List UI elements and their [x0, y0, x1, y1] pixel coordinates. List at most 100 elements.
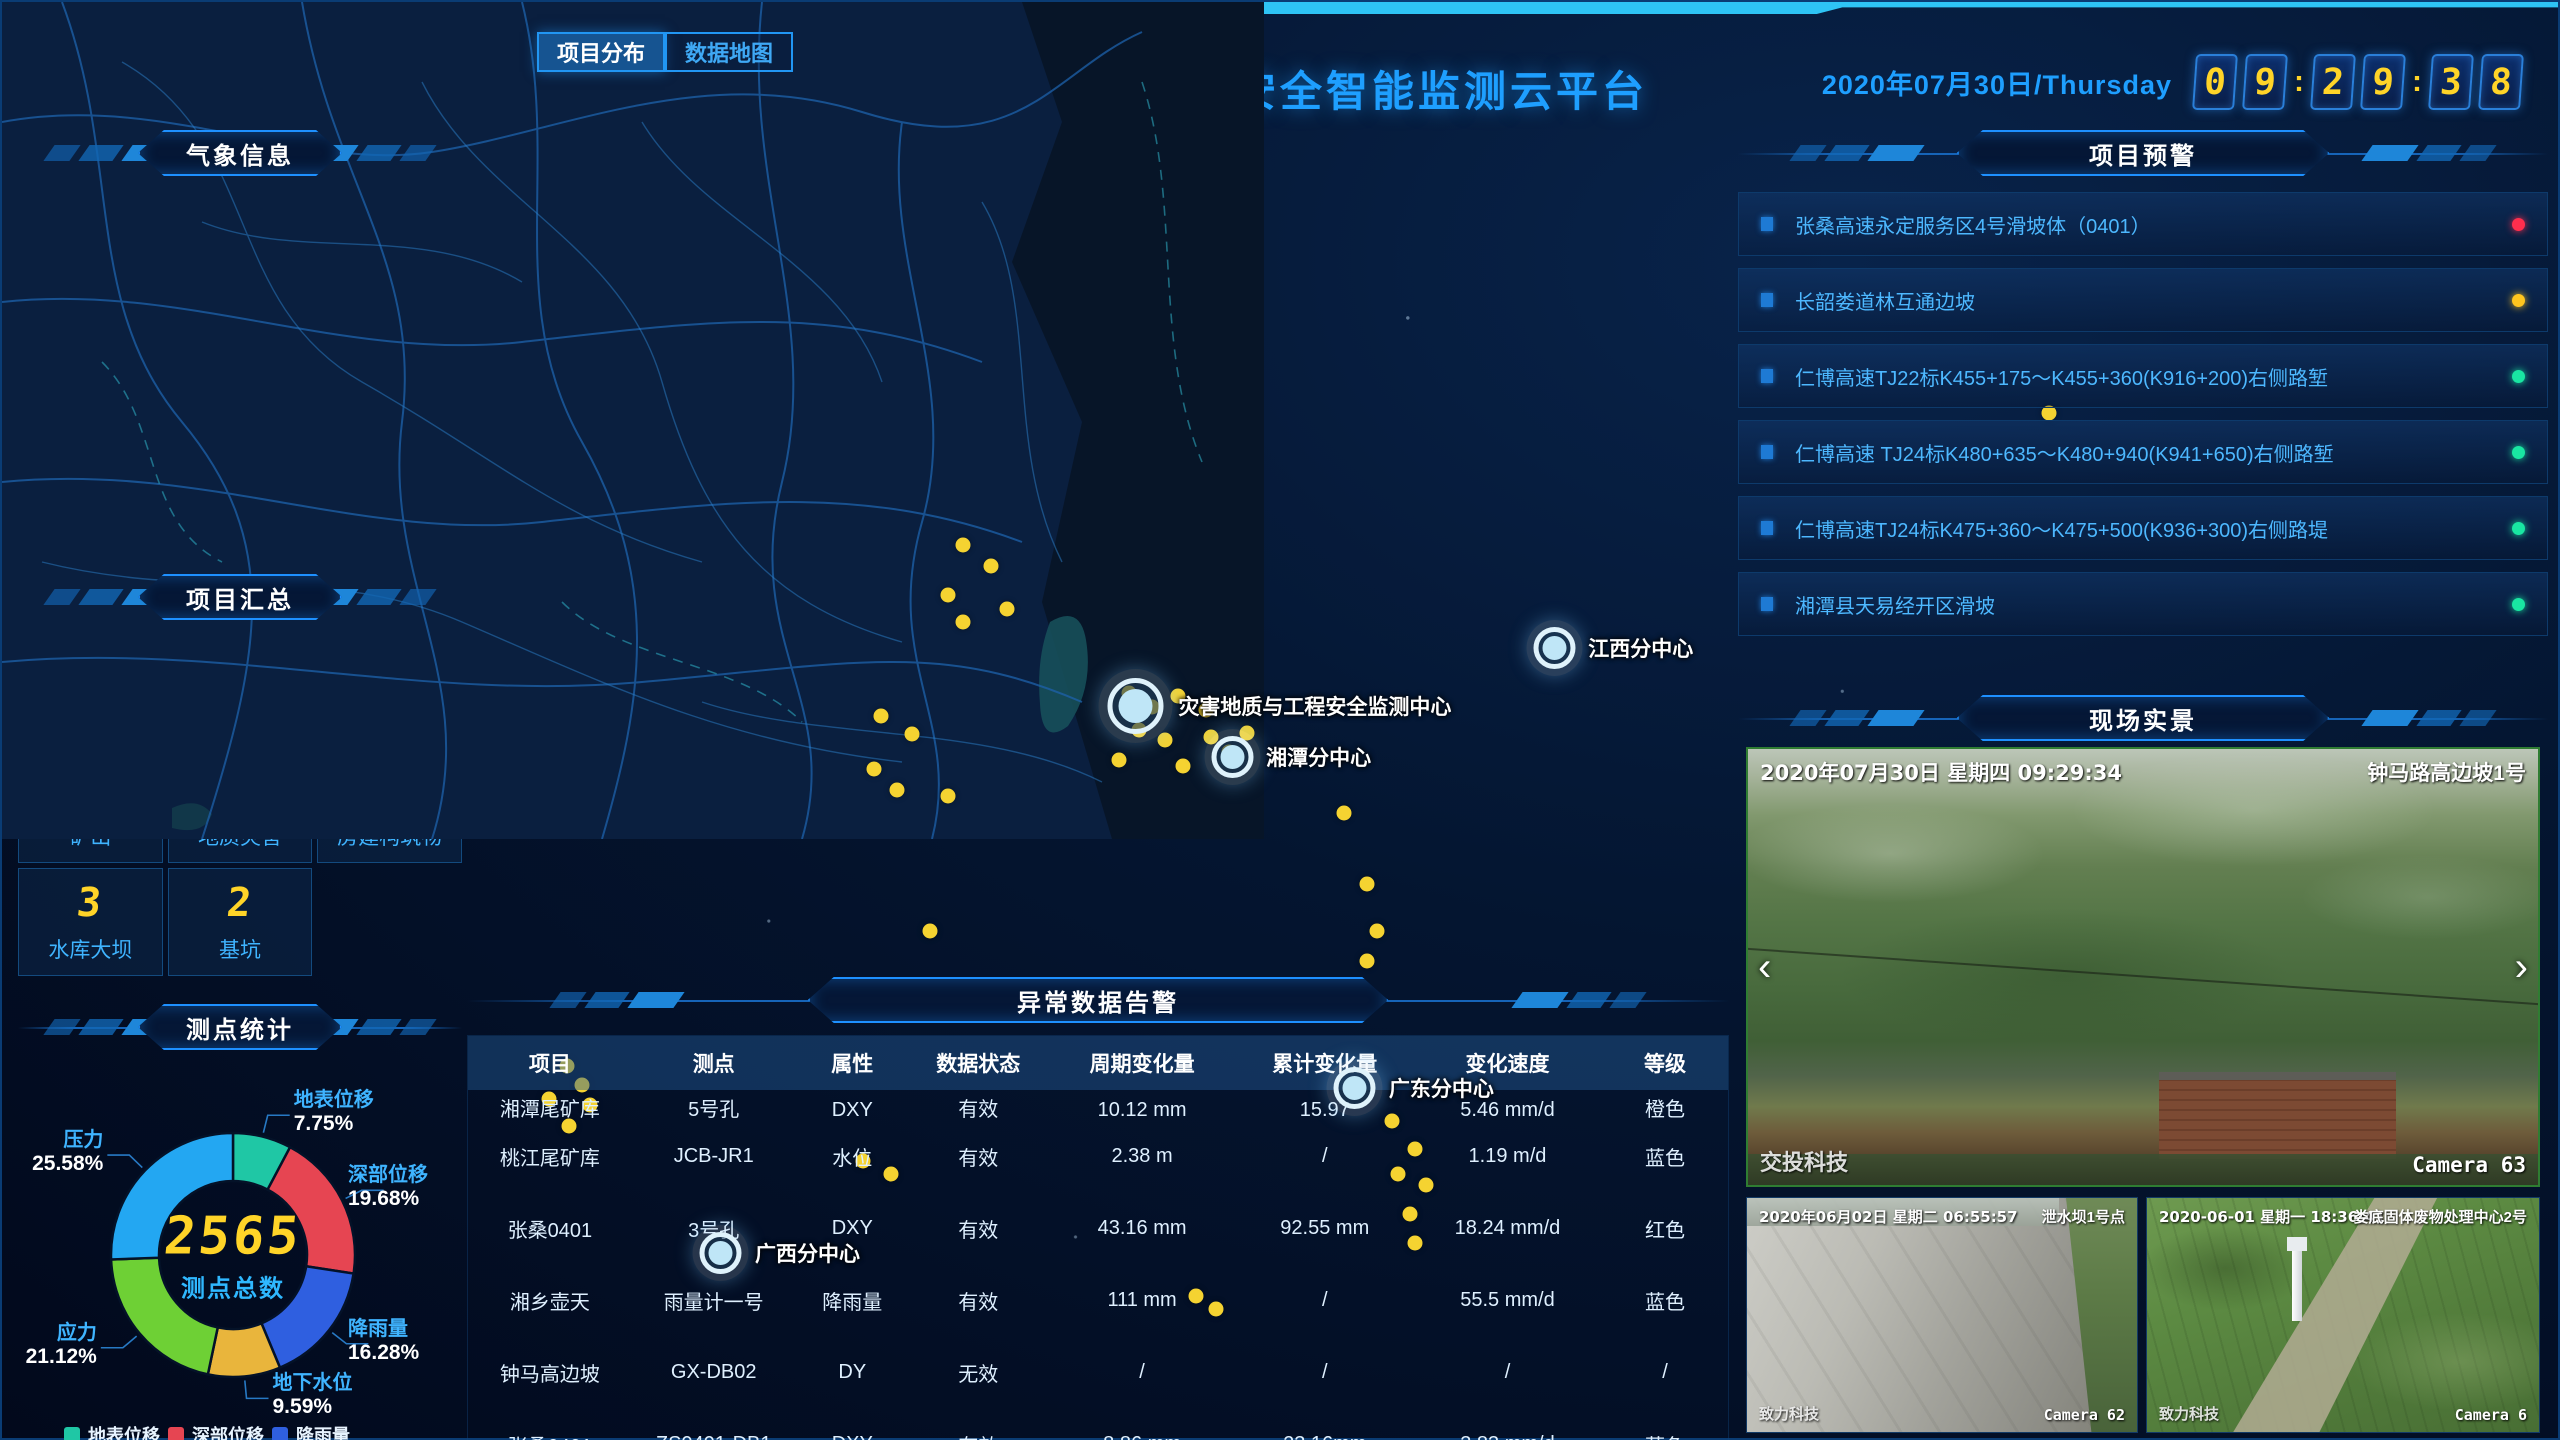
alarm-cell: 水位: [796, 1142, 909, 1171]
total-points-label: 测点总数: [164, 1269, 301, 1304]
map-tab-数据地图[interactable]: 数据地图: [665, 32, 793, 72]
alarm-table-row[interactable]: 湘潭尾矿库5号孔DXY有效10.12 mm15.975.46 mm/d橙色: [468, 1090, 1728, 1120]
project-warning-panel: 项目预警 张桑高速永定服务区4号滑坡体（0401） 长韶娄道林互通边坡仁博高速TJ…: [1738, 130, 2548, 682]
total-points-value: 2565: [161, 1207, 305, 1267]
warning-bullet-icon: [1761, 293, 1773, 307]
donut-chart: 2565 测点总数 地表位移7.75%深部位移19.68%降雨量16.28%地下…: [18, 1050, 462, 1436]
summary-cell-基坑[interactable]: 2基坑: [168, 868, 313, 976]
map-project-dot[interactable]: [999, 602, 1014, 617]
camera-main[interactable]: 2020年07月30日 星期四 09:29:34 钟马路高边坡1号 交投科技 C…: [1746, 747, 2540, 1187]
warning-status-dot: [2512, 598, 2525, 611]
alarm-col-header-数据状态: 数据状态: [909, 1048, 1048, 1078]
alarm-table-row[interactable]: 桃江尾矿库JCB-JR1水位有效2.38 m/1.19 m/d蓝色: [468, 1120, 1728, 1192]
clock-colon: :: [2412, 65, 2422, 99]
camera-small-2[interactable]: 2020-06-01 星期一 18:36:41 娄底固体废物处理中心2号 致力科…: [2146, 1197, 2540, 1433]
legend-item-降雨量[interactable]: 降雨量: [272, 1422, 376, 1440]
header-right: 2020年07月30日/Thursday 09:29:38: [1822, 54, 2522, 110]
digital-clock: 09:29:38: [2194, 54, 2522, 110]
map-project-dot[interactable]: [1175, 758, 1190, 773]
map-marker-湘潭分中心[interactable]: 湘潭分中心: [1204, 729, 1264, 785]
map-project-dot[interactable]: [1111, 753, 1126, 768]
camera-small-1-timestamp: 2020年06月02日 星期二 06:55:57: [1759, 1206, 2018, 1227]
alarm-cell: 92.55 mm: [1237, 1217, 1413, 1240]
legend-item-地表位移[interactable]: 地表位移: [64, 1422, 168, 1440]
camera-main-timestamp: 2020年07月30日 星期四 09:29:34: [1760, 757, 2122, 787]
warning-row[interactable]: 长韶娄道林互通边坡: [1738, 268, 2548, 332]
clock-digit: 9: [2242, 54, 2288, 110]
marker-ring-icon: [1098, 669, 1172, 743]
alarm-cell: 55.5 mm/d: [1413, 1289, 1602, 1312]
warning-panel-title: 项目预警: [1957, 130, 2330, 176]
map-project-dot[interactable]: [984, 559, 999, 574]
warning-bullet-icon: [1761, 217, 1773, 231]
legend-item-深部位移[interactable]: 深部位移: [168, 1422, 272, 1440]
summary-cell-empty: [317, 868, 462, 976]
warning-text: 仁博高速TJ24标K475+360～K475+500(K936+300)右侧路堤: [1795, 514, 2512, 543]
legend-swatch: [272, 1427, 288, 1440]
camera-small-2-scene: [2147, 1198, 2539, 1432]
alarm-cell: 有效: [909, 1430, 1048, 1440]
map-project-dot[interactable]: [874, 708, 889, 723]
camera-main-label: 钟马路高边坡1号: [2367, 757, 2526, 787]
warning-panel-header: 项目预警: [1738, 130, 2548, 176]
alarm-table-row[interactable]: 张桑04013号孔DXY有效43.16 mm92.55 mm18.24 mm/d…: [468, 1192, 1728, 1264]
map-project-dot[interactable]: [940, 588, 955, 603]
alarm-cell: 3.83 mm/d: [1413, 1433, 1602, 1440]
warning-status-dot: [2512, 522, 2525, 535]
map-project-dot[interactable]: [889, 783, 904, 798]
alarm-table-row[interactable]: 湘乡壶天雨量计一号降雨量有效111 mm/55.5 mm/d蓝色: [468, 1264, 1728, 1336]
camera-small-2-timestamp: 2020-06-01 星期一 18:36:41: [2159, 1206, 2385, 1227]
camera-next-arrow-icon[interactable]: ›: [2515, 947, 2528, 987]
donut-callout-line: [245, 1380, 269, 1398]
clock-digit: 9: [2360, 54, 2406, 110]
alarm-cell: 1.19 m/d: [1413, 1145, 1602, 1168]
map-project-dot[interactable]: [940, 789, 955, 804]
warning-text: 湘潭县天易经开区滑坡: [1795, 590, 2512, 619]
alarm-table-row[interactable]: 钟马高边坡GX-DB02DY无效////: [468, 1336, 1728, 1408]
alarm-col-header-等级: 等级: [1602, 1048, 1728, 1078]
alarm-cell: 湘潭尾矿库: [468, 1090, 632, 1120]
alarm-cell: 111 mm: [1048, 1289, 1237, 1312]
map-project-dot[interactable]: [956, 615, 971, 630]
camera-small-1-id: Camera 62: [2044, 1406, 2125, 1424]
alarm-cell: 有效: [909, 1214, 1048, 1243]
legend-label: 深部位移: [192, 1422, 264, 1440]
summary-value: 3: [75, 880, 106, 926]
map-project-dot[interactable]: [904, 727, 919, 742]
map-tab-项目分布[interactable]: 项目分布: [537, 32, 665, 72]
alarm-table-row[interactable]: 张桑0401ZS0401-DB1DXY有效8.86 mm23.16mm3.83 …: [468, 1408, 1728, 1440]
summary-cell-水库大坝[interactable]: 3水库大坝: [18, 868, 163, 976]
warning-row[interactable]: 仁博高速 TJ24标K480+635～K480+940(K941+650)右侧路…: [1738, 420, 2548, 484]
marker-ring-icon: [1204, 729, 1260, 785]
alarm-cell: 张桑0401: [468, 1430, 632, 1440]
alarm-cell: /: [1602, 1361, 1728, 1384]
warning-row[interactable]: 仁博高速TJ22标K455+175～K455+360(K916+200)右侧路堑: [1738, 344, 2548, 408]
date-label: 2020年07月30日/Thursday: [1822, 63, 2172, 102]
alarm-cell: 23.16mm: [1237, 1433, 1413, 1440]
warning-row[interactable]: 湘潭县天易经开区滑坡: [1738, 572, 2548, 636]
alarm-table: 项目测点属性数据状态周期变化量累计变化量变化速度等级 湘潭尾矿库5号孔DXY有效…: [467, 1035, 1729, 1440]
donut-callout-line: [107, 1155, 142, 1167]
alarm-cell: 有效: [909, 1286, 1048, 1315]
camera-small-2-brand: 致力科技: [2159, 1403, 2219, 1424]
alarm-cell: 降雨量: [796, 1286, 909, 1315]
warning-row[interactable]: 张桑高速永定服务区4号滑坡体（0401）: [1738, 192, 2548, 256]
donut-legend: 地表位移深部位移降雨量地下水位应力压力: [64, 1422, 458, 1440]
legend-swatch: [168, 1427, 184, 1440]
camera-main-brand: 交投科技: [1760, 1145, 1848, 1177]
map-project-dot[interactable]: [956, 537, 971, 552]
warning-text: 仁博高速TJ22标K455+175～K455+360(K916+200)右侧路堑: [1795, 362, 2512, 391]
warning-text: 长韶娄道林互通边坡: [1795, 286, 2512, 315]
alarm-cell: 2.38 m: [1048, 1145, 1237, 1168]
camera-small-2-id: Camera 6: [2455, 1406, 2527, 1424]
brick-hut: [2159, 1072, 2396, 1159]
camera-small-1[interactable]: 2020年06月02日 星期二 06:55:57 泄水坝1号点 致力科技 Cam…: [1746, 1197, 2138, 1433]
donut-label-应力: 应力21.12%: [26, 1322, 97, 1369]
alarm-table-body: 湘潭尾矿库5号孔DXY有效10.12 mm15.975.46 mm/d橙色桃江尾…: [468, 1090, 1728, 1440]
camera-prev-arrow-icon[interactable]: ‹: [1758, 947, 1771, 987]
map-project-dot[interactable]: [866, 761, 881, 776]
warning-row[interactable]: 仁博高速TJ24标K475+360～K475+500(K936+300)右侧路堤: [1738, 496, 2548, 560]
marker-core: [1118, 689, 1152, 723]
map-road-network: [2, 2, 1264, 839]
donut-callout-line: [263, 1115, 289, 1132]
